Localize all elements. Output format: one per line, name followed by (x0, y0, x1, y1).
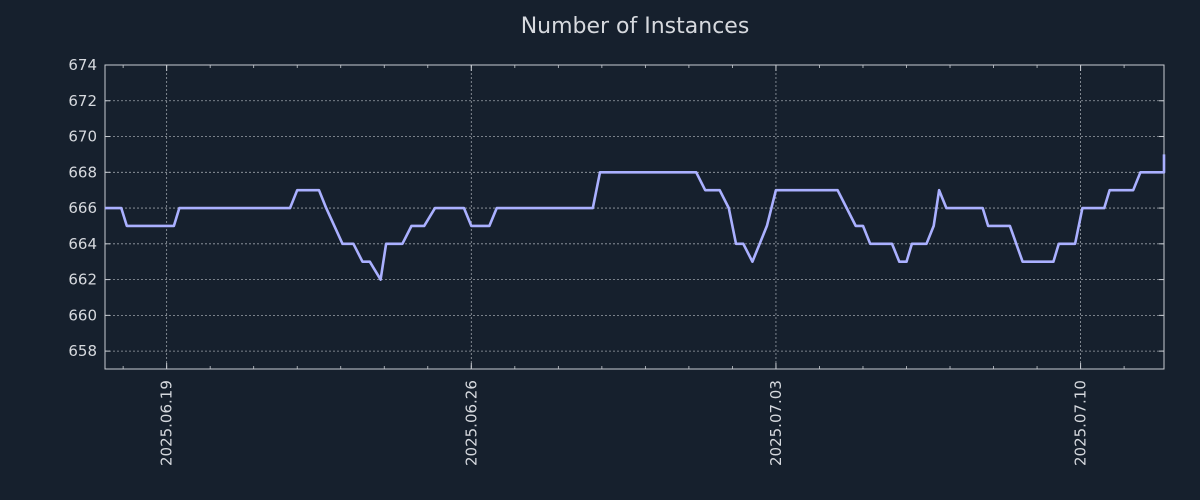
y-tick-label: 674 (68, 56, 97, 74)
x-tick-label: 2025.06.19 (158, 380, 176, 466)
x-tick-label: 2025.07.10 (1072, 380, 1090, 466)
line-chart: 658 660 662 664 666 668 670 672 674 2025.06.19 202… (68, 56, 1166, 466)
y-tick-label: 666 (68, 199, 97, 217)
line-layer (105, 154, 1166, 281)
y-tick-label: 658 (68, 342, 97, 360)
y-tick-label: 670 (68, 128, 97, 146)
axis-layer (104, 64, 1165, 370)
grid-layer (105, 64, 1164, 369)
label-layer: 658 660 662 664 666 668 670 672 674 2025.06.19 202… (68, 56, 1089, 466)
y-tick-label: 668 (68, 163, 97, 181)
plot-frame (104, 64, 1165, 370)
y-tick-label: 662 (68, 271, 97, 289)
y-tick-label: 660 (68, 306, 97, 324)
series-line (105, 154, 1166, 281)
chart-container: Number of Instances 658 660 662 664 666 668 67… (0, 0, 1200, 500)
x-tick-label: 2025.07.03 (767, 380, 785, 466)
y-tick-label: 672 (68, 92, 97, 110)
x-tick-label: 2025.06.26 (462, 380, 480, 466)
y-tick-label: 664 (68, 235, 97, 253)
